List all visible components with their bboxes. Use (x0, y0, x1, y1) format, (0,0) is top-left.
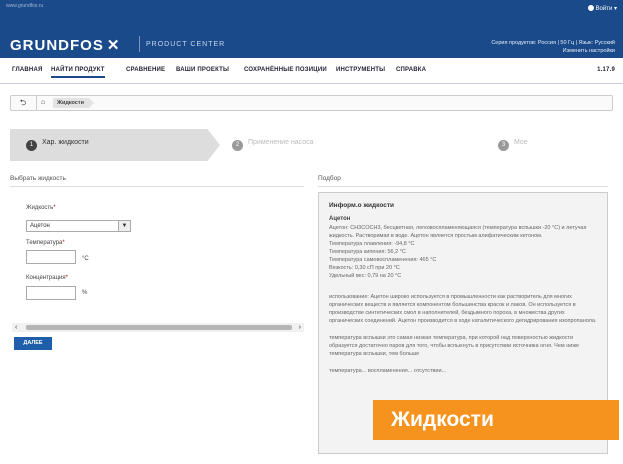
usage-text: использование: Ацетон широко используетс… (329, 294, 597, 324)
step-number: 1 (26, 140, 37, 151)
concentration-input[interactable] (26, 286, 76, 300)
divider (10, 186, 304, 187)
concentration-label: Концентрация* (26, 275, 68, 281)
step-label: Мое (514, 139, 528, 146)
horizontal-scrollbar[interactable]: ‹ › (12, 323, 304, 332)
fluid-description: Ацетон: CH3COCH3, бесцветная, легковоспл… (329, 225, 587, 239)
nav-projects[interactable]: ВАШИ ПРОЕКТЫ (176, 67, 229, 73)
nav-find-product[interactable]: НАЙТИ ПРОДУКТ (51, 67, 105, 78)
viscosity: Вязкость: 0,30 сП при 20 °C (329, 265, 400, 271)
step-3[interactable]: 3 Мое (498, 139, 528, 151)
user-icon (587, 5, 594, 11)
breadcrumb: ⮌ ⌂ Жидкости (10, 95, 613, 111)
brand-name: GRUNDFOS (10, 37, 104, 54)
required-mark: * (62, 240, 65, 246)
step-1[interactable]: 1 Хар. жидкости (26, 139, 89, 151)
step-label: Хар. жидкости (42, 139, 89, 146)
login-link[interactable]: Войти ▾ (587, 5, 617, 12)
density: Удельный вес: 0,79 на 20 °C (329, 273, 402, 279)
ignition-point: Температура самовоспламенения: 465 °C (329, 257, 437, 263)
temperature-unit: °C (82, 256, 89, 262)
nav-saved[interactable]: СОХРАНЁННЫЕ ПОЗИЦИИ (244, 67, 327, 73)
fluid-label: Жидкость* (26, 205, 56, 211)
scroll-thumb[interactable] (26, 325, 292, 330)
fluid-label-text: Жидкость (26, 205, 54, 211)
fluid-name: Ацетон (329, 216, 351, 222)
extra-text: температура... воспламенения... отсутств… (329, 368, 447, 374)
settings-link[interactable]: Изменить настройки (491, 47, 615, 55)
temperature-label-text: Температура (26, 240, 63, 246)
brand-logo[interactable]: GRUNDFOS ✕ (10, 36, 120, 54)
header-divider (139, 36, 140, 52)
fluid-select-value: Ацетон (30, 223, 50, 229)
concentration-label-text: Концентрация (26, 275, 66, 281)
section-banner: Жидкости (373, 400, 619, 440)
back-icon[interactable]: ⮌ (14, 98, 32, 108)
step-number: 2 (232, 140, 243, 151)
catalog-line[interactable]: Серия продуктов: Россия | 50 Гц | Язык: … (491, 39, 615, 47)
scroll-right-icon[interactable]: › (299, 323, 301, 332)
scroll-left-icon[interactable]: ‹ (15, 323, 17, 332)
required-mark: * (65, 275, 68, 281)
wizard-steps: 1 Хар. жидкости 2 Применение насоса 3 Мое (10, 129, 613, 161)
nav-compare[interactable]: СРАВНЕНИЕ (126, 67, 165, 73)
next-button[interactable]: ДАЛЕЕ (14, 337, 52, 350)
product-center-title: PRODUCT CENTER (146, 41, 226, 48)
nav-help[interactable]: СПРАВКА (396, 67, 426, 73)
temperature-input[interactable] (26, 250, 76, 264)
app-version: 1.17.9 (597, 67, 615, 73)
home-icon[interactable]: ⌂ (41, 99, 49, 107)
main-nav: ГЛАВНАЯ НАЙТИ ПРОДУКТ СРАВНЕНИЕ ВАШИ ПРО… (0, 58, 623, 84)
step-number: 3 (498, 140, 509, 151)
selection-heading: Подбор (318, 175, 341, 182)
breadcrumb-current[interactable]: Жидкости (53, 98, 94, 108)
nav-home[interactable]: ГЛАВНАЯ (12, 67, 43, 73)
site-url[interactable]: www.grundfos.ru (6, 3, 43, 9)
flash-point-text: температура вспышки это самая низкая тем… (329, 335, 580, 357)
boiling-point: Температура кипения: 56,2 °C (329, 249, 406, 255)
brand-mark-icon: ✕ (106, 37, 121, 54)
nav-tools[interactable]: ИНСТРУМЕНТЫ (336, 67, 385, 73)
temperature-label: Температура* (26, 240, 65, 246)
required-mark: * (53, 205, 56, 211)
select-fluid-heading: Выбрать жидкость (10, 175, 66, 182)
login-label: Войти (595, 6, 613, 12)
melting-point: Температура плавления: -94,8 °C (329, 241, 415, 247)
info-title: Информ.о жидкости (329, 202, 395, 209)
divider (318, 186, 608, 187)
top-header: www.grundfos.ru Войти ▾ GRUNDFOS ✕ PRODUC… (0, 0, 623, 58)
catalog-settings: Серия продуктов: Россия | 50 Гц | Язык: … (491, 39, 615, 55)
fluid-select[interactable]: Ацетон ▼ (26, 220, 131, 232)
page: www.grundfos.ru Войти ▾ GRUNDFOS ✕ PRODUC… (0, 0, 623, 464)
step-label: Применение насоса (248, 139, 314, 146)
chevron-down-icon[interactable]: ▼ (118, 221, 130, 231)
concentration-unit: % (82, 290, 88, 296)
step-2[interactable]: 2 Применение насоса (232, 139, 314, 151)
breadcrumb-divider (36, 96, 37, 110)
